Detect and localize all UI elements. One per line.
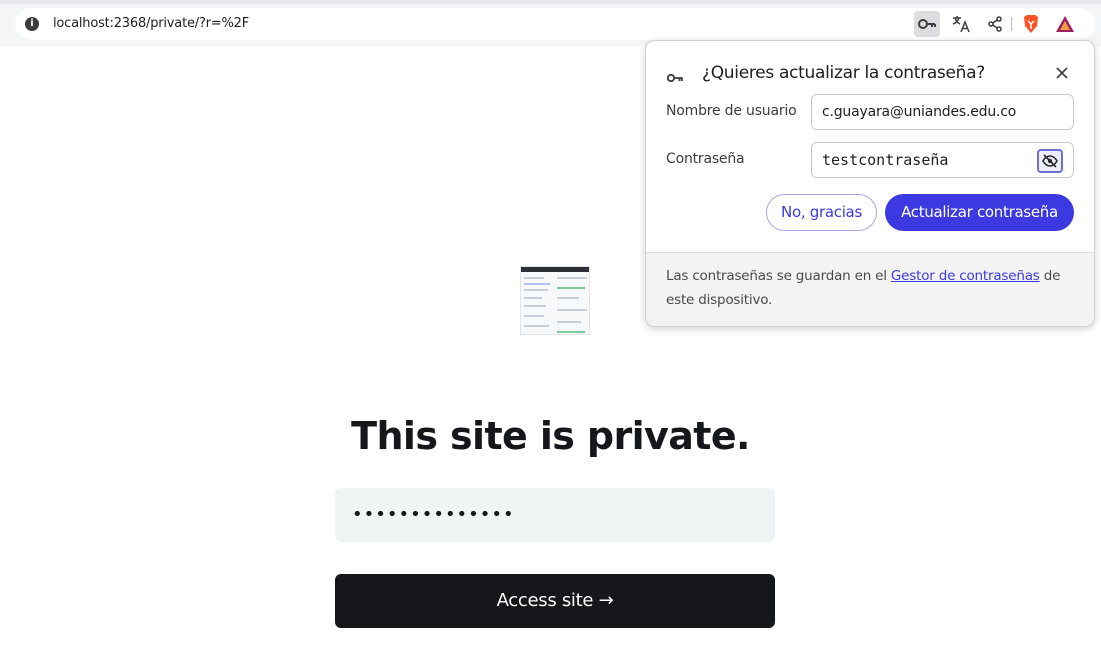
- thumbnail-line: [524, 305, 546, 307]
- password-field[interactable]: testcontraseña: [811, 142, 1074, 178]
- thumbnail-line: [524, 297, 542, 299]
- password-input[interactable]: ••••••••••••••: [335, 488, 775, 542]
- address-bar[interactable]: i localhost:2368/private/?r=%2F: [15, 8, 1095, 40]
- thumbnail-line: [557, 309, 587, 311]
- access-site-button[interactable]: Access site →: [335, 574, 775, 628]
- thumbnail-line: [557, 277, 587, 279]
- translate-icon[interactable]: [948, 11, 974, 37]
- toolbar-separator: [1011, 17, 1012, 31]
- thumbnail-line: [524, 325, 549, 327]
- password-field-value: testcontraseña: [822, 151, 949, 169]
- url-text[interactable]: localhost:2368/private/?r=%2F: [53, 16, 249, 31]
- thumbnail-line: [524, 315, 544, 317]
- thumbnail-line: [524, 289, 548, 291]
- update-password-button[interactable]: Actualizar contraseña: [885, 194, 1074, 231]
- update-password-popup: ¿Quieres actualizar la contraseña? Nombr…: [645, 40, 1095, 327]
- brave-shields-icon[interactable]: [1018, 11, 1044, 37]
- no-thanks-button[interactable]: No, gracias: [766, 194, 877, 231]
- username-label: Nombre de usuario: [666, 103, 797, 119]
- close-icon[interactable]: [1052, 63, 1072, 83]
- share-icon[interactable]: [982, 11, 1008, 37]
- username-field[interactable]: c.guayara@uniandes.edu.co: [811, 94, 1074, 130]
- thumbnail-header: [521, 267, 589, 272]
- password-label: Contraseña: [666, 151, 745, 167]
- page-title: This site is private.: [351, 414, 750, 458]
- footer-prefix: Las contraseñas se guardan en el: [666, 268, 891, 284]
- thumbnail-line: [557, 321, 581, 323]
- key-icon: [666, 68, 683, 87]
- password-key-icon[interactable]: [914, 11, 940, 37]
- brave-rewards-icon[interactable]: [1052, 11, 1078, 37]
- footer-text: Las contraseñas se guardan en el Gestor …: [666, 264, 1076, 312]
- thumbnail-line: [557, 331, 585, 333]
- popup-footer: Las contraseñas se guardan en el Gestor …: [646, 252, 1094, 326]
- popup-title: ¿Quieres actualizar la contraseña?: [702, 63, 985, 83]
- thumbnail-line: [524, 277, 544, 279]
- hide-password-icon[interactable]: [1037, 149, 1063, 173]
- tab-strip: [0, 0, 1101, 4]
- thumbnail-line: [524, 283, 550, 285]
- thumbnail-line: [557, 287, 585, 289]
- site-logo-image: [520, 266, 590, 335]
- password-manager-link[interactable]: Gestor de contraseñas: [891, 268, 1040, 284]
- site-info-icon[interactable]: i: [25, 17, 39, 31]
- thumbnail-line: [557, 297, 579, 299]
